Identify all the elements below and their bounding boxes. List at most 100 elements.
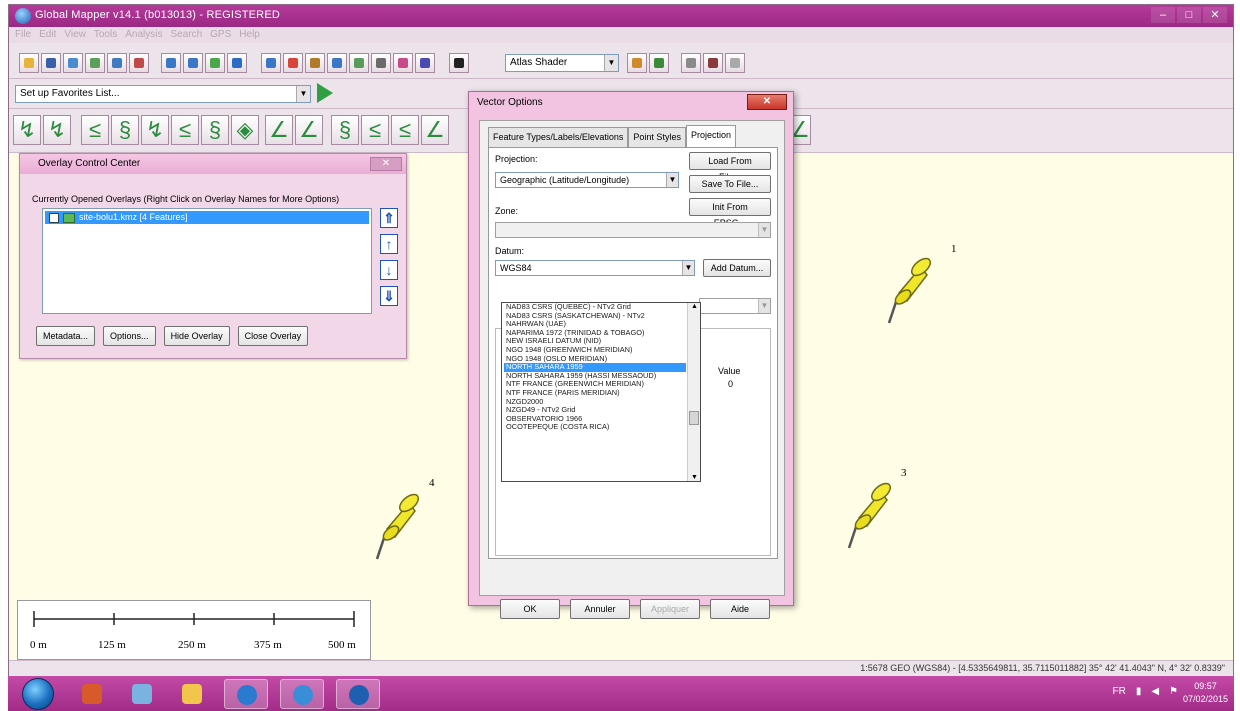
path-profile-icon[interactable] xyxy=(349,53,369,73)
datum-option[interactable]: NTF FRANCE (PARIS MERIDIAN) xyxy=(504,389,686,398)
datum-option[interactable]: NGO 1948 (OSLO MERIDIAN) xyxy=(504,355,686,364)
datum-option[interactable]: NZGD49 - NTv2 Grid xyxy=(504,406,686,415)
save-icon[interactable] xyxy=(41,53,61,73)
zoom-out-icon[interactable] xyxy=(183,53,203,73)
area-tool-icon[interactable]: ≤ xyxy=(81,115,109,145)
move-bottom-icon[interactable]: ⇓ xyxy=(380,286,398,306)
grid-icon[interactable] xyxy=(85,53,105,73)
language-indicator[interactable]: FR xyxy=(1112,686,1125,697)
datum-option-selected[interactable]: NORTH SAHARA 1959 xyxy=(504,363,686,372)
arrow-down-icon[interactable]: ↓ xyxy=(380,260,398,280)
save-to-file-button[interactable]: Save To File... xyxy=(689,175,771,193)
shade-icon[interactable] xyxy=(393,53,413,73)
scroll-up-icon[interactable]: ▲ xyxy=(691,303,698,310)
help-icon[interactable] xyxy=(725,53,745,73)
menu-help[interactable]: Help xyxy=(239,27,260,43)
occ-close-button[interactable]: ✕ xyxy=(370,157,402,171)
close-button[interactable]: ✕ xyxy=(1203,7,1227,23)
open-icon[interactable] xyxy=(19,53,39,73)
layers-icon[interactable] xyxy=(107,53,127,73)
contrast-icon[interactable] xyxy=(681,53,701,73)
scroll-thumb[interactable] xyxy=(689,411,699,425)
taskbar-app-ie[interactable] xyxy=(224,679,268,709)
tab-projection[interactable]: Projection xyxy=(685,125,736,147)
network-icon[interactable]: ▮ xyxy=(1136,686,1142,697)
add-datum-button[interactable]: Add Datum... xyxy=(703,259,771,277)
tab-point-styles[interactable]: Point Styles xyxy=(628,127,686,147)
apply-button[interactable]: Appliquer xyxy=(640,599,700,619)
menu-search[interactable]: Search xyxy=(170,27,202,43)
overlay-checkbox[interactable] xyxy=(49,213,59,223)
pan-icon[interactable] xyxy=(205,53,225,73)
info-icon[interactable] xyxy=(327,53,347,73)
reshape-icon[interactable]: ≤ xyxy=(171,115,199,145)
area-edit-icon[interactable]: § xyxy=(111,115,139,145)
datum-option[interactable]: NTF FRANCE (GREENWICH MERIDIAN) xyxy=(504,380,686,389)
projection-select[interactable]: Geographic (Latitude/Longitude) ▼ xyxy=(495,172,679,188)
datum-select[interactable]: WGS84 ▼ xyxy=(495,260,695,276)
menu-analysis[interactable]: Analysis xyxy=(125,27,162,43)
datum-option[interactable]: NZGD2000 xyxy=(504,398,686,407)
datum-option[interactable]: OCOTEPEQUE (COSTA RICA) xyxy=(504,423,686,432)
close-overlay-button[interactable]: Close Overlay xyxy=(237,326,309,346)
datum-option[interactable]: OBSERVATORIO 1966 xyxy=(504,415,686,424)
view-shed-icon[interactable] xyxy=(371,53,391,73)
flag-icon[interactable]: ⚑ xyxy=(1169,686,1178,697)
tab-feature-types[interactable]: Feature Types/Labels/Elevations xyxy=(488,127,629,147)
menu-file[interactable]: File xyxy=(15,27,31,43)
pushpin-icon[interactable] xyxy=(845,478,893,555)
full-view-icon[interactable] xyxy=(227,53,247,73)
taskbar-app-explorer[interactable] xyxy=(170,679,214,709)
taskbar-app-globalmapper[interactable] xyxy=(336,679,380,709)
load-from-file-button[interactable]: Load From File... xyxy=(689,152,771,182)
datum-option[interactable]: NEW ISRAELI DATUM (NID) xyxy=(504,337,686,346)
menu-tools[interactable]: Tools xyxy=(94,27,117,43)
binoculars-icon[interactable] xyxy=(449,53,469,73)
minimize-button[interactable]: – xyxy=(1151,7,1175,23)
help-button[interactable]: Aide xyxy=(710,599,770,619)
options-button[interactable]: Options... xyxy=(103,326,156,346)
datum-option[interactable]: NGO 1948 (GREENWICH MERIDIAN) xyxy=(504,346,686,355)
ok-button[interactable]: OK xyxy=(500,599,560,619)
menu-gps[interactable]: GPS xyxy=(210,27,231,43)
join-icon[interactable]: ∠ xyxy=(295,115,323,145)
menu-view[interactable]: View xyxy=(64,27,86,43)
init-from-epsg-button[interactable]: Init From EPSG... xyxy=(689,198,771,228)
start-orb-icon[interactable] xyxy=(22,678,54,710)
zoom-in-icon[interactable] xyxy=(161,53,181,73)
units-select[interactable]: ▼ xyxy=(699,298,771,314)
pushpin-icon[interactable] xyxy=(373,489,421,566)
taskbar-app-search[interactable] xyxy=(280,679,324,709)
angle-icon[interactable]: ∠ xyxy=(421,115,449,145)
clock[interactable]: 09:57 07/02/2015 xyxy=(1183,680,1228,706)
line-edit-icon[interactable]: ↯ xyxy=(43,115,71,145)
buffer-icon[interactable]: § xyxy=(331,115,359,145)
select-icon[interactable] xyxy=(261,53,281,73)
datum-option[interactable]: NAD83 CSRS (QUEBEC) - NTv2 Grid xyxy=(504,303,686,312)
crop-icon[interactable]: ≤ xyxy=(391,115,419,145)
cancel-button[interactable]: Annuler xyxy=(570,599,630,619)
grid-tool-icon[interactable]: ◈ xyxy=(231,115,259,145)
digitize-icon[interactable] xyxy=(283,53,303,73)
3d-view-icon[interactable] xyxy=(415,53,435,73)
datum-option[interactable]: NAPARIMA 1972 (TRINIDAD & TOBAGO) xyxy=(504,329,686,338)
config-icon[interactable] xyxy=(129,53,149,73)
water-icon[interactable] xyxy=(649,53,669,73)
pushpin-icon[interactable] xyxy=(885,253,933,330)
occ-title-bar[interactable]: Overlay Control Center ✕ xyxy=(20,154,406,174)
title-bar[interactable]: Global Mapper v14.1 (b013013) - REGISTER… xyxy=(9,5,1233,27)
volume-icon[interactable]: ◀ xyxy=(1151,686,1159,697)
menu-edit[interactable]: Edit xyxy=(39,27,56,43)
dialog-title-bar[interactable]: Vector Options ✕ xyxy=(469,92,793,116)
scroll-down-icon[interactable]: ▼ xyxy=(691,474,698,481)
datum-option[interactable]: NAD83 CSRS (SASKATCHEWAN) - NTv2 xyxy=(504,312,686,321)
arrow-up-icon[interactable]: ↑ xyxy=(380,234,398,254)
dialog-close-button[interactable]: ✕ xyxy=(747,94,787,110)
favorites-select[interactable]: Set up Favorites List... ▼ xyxy=(15,85,311,103)
vertex-icon[interactable]: ↯ xyxy=(141,115,169,145)
metadata-button[interactable]: Metadata... xyxy=(36,326,96,346)
line-tool-icon[interactable]: ↯ xyxy=(13,115,41,145)
maximize-button[interactable]: □ xyxy=(1177,7,1201,23)
datum-option[interactable]: NORTH SAHARA 1959 (HASSI MESSAOUD) xyxy=(504,372,686,381)
taskbar-app-notepad[interactable] xyxy=(120,679,164,709)
